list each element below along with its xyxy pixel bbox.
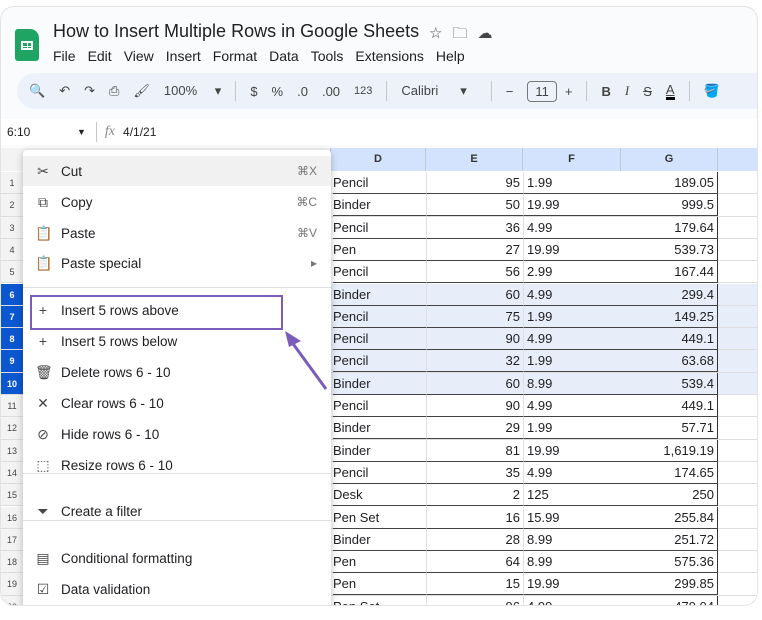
arrow-head (285, 331, 301, 347)
sheets-window: How to Insert Multiple Rows in Google Sh… (0, 6, 758, 606)
arrow-line (289, 340, 328, 390)
arrow-annotation (285, 331, 328, 390)
